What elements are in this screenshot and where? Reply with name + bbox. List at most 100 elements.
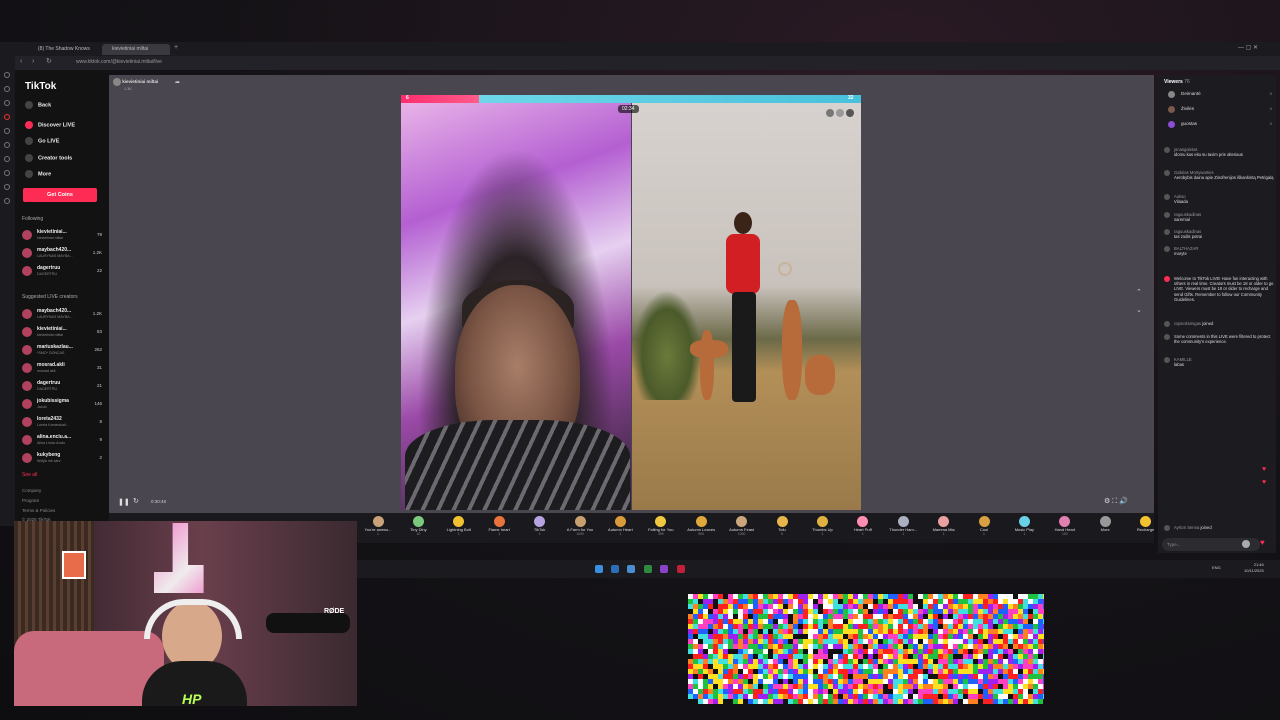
viewer-item[interactable]: Deimantė 0 [1168, 90, 1272, 100]
clock[interactable]: 21:46 10/11/2025 [1244, 562, 1264, 574]
rail-icon[interactable] [4, 156, 10, 162]
emoji-icon[interactable] [1242, 540, 1250, 548]
host-chip[interactable]: kievietiniai miltai 1.3K [113, 78, 158, 92]
video-ring [778, 262, 792, 276]
taskbar-app-icon[interactable] [644, 565, 652, 573]
gift-item[interactable]: Mamma Mia 1 [925, 514, 963, 542]
heart-icon[interactable]: ♥ [1262, 479, 1266, 486]
gift-item[interactable]: Autumn Heart 1 [601, 514, 639, 542]
rail-icon[interactable] [4, 198, 10, 204]
viewer-item[interactable]: Živilės 0 [1168, 105, 1272, 115]
elapsed-time: 0:30:48 [151, 499, 167, 504]
nav-go-live[interactable]: Go LIVE [25, 137, 59, 145]
rail-icon[interactable] [4, 72, 10, 78]
avatar [826, 109, 834, 117]
tab-tiktok-live[interactable]: kievietiniai miltai [102, 44, 170, 55]
start-icon[interactable] [595, 565, 603, 573]
gift-price: 399 [657, 532, 664, 536]
window-controls[interactable]: — ▢ ✕ [1238, 44, 1258, 51]
suggested-item[interactable]: mosrad.akli mosrad akli 31 [22, 361, 102, 377]
gift-item[interactable]: You're aweso... 1 [359, 514, 397, 542]
address-bar[interactable]: ‹ › ↻ [0, 56, 1280, 70]
suggested-item[interactable]: loreta2432 Loreta Kaminskait... 8 [22, 415, 102, 431]
tiktok-logo[interactable]: TikTok [25, 81, 56, 92]
suggested-item[interactable]: alina.enciu.a... Alina Linciu Anciu 9 [22, 433, 102, 449]
forward-nav-icon[interactable]: › [32, 58, 34, 65]
gift-item[interactable]: Tofu 5 [763, 514, 801, 542]
language-indicator[interactable]: ENG [1212, 565, 1221, 570]
gift-item[interactable]: Tiny Diny 10 [399, 514, 437, 542]
rail-icon[interactable] [4, 142, 10, 148]
see-all-link[interactable]: See all [22, 472, 37, 478]
back-button[interactable]: Back [25, 101, 51, 109]
avatar [846, 109, 854, 117]
top-gifters[interactable] [826, 109, 856, 118]
chevron-up-icon[interactable]: ⌃ [1136, 288, 1142, 296]
gift-item[interactable]: Lightning Bolt 1 [440, 514, 478, 542]
avatar [22, 345, 32, 355]
gift-item[interactable]: Autumn Feast 1000 [723, 514, 761, 542]
suggested-item[interactable]: kievietiniai... kievietiniai miltai 83 [22, 325, 102, 341]
gift-item[interactable]: Thumbs Up 1 [803, 514, 841, 542]
heart-icon[interactable]: ♥ [1262, 466, 1266, 473]
rail-icon[interactable] [4, 184, 10, 190]
footer-link[interactable]: Terms & Policies [22, 508, 55, 513]
following-item[interactable]: kievietiniai... kievietiniai miltai 79 [22, 228, 102, 244]
suggested-item[interactable]: mariuskazlau... *SMO* DONCAS 262 [22, 343, 102, 359]
reload-icon[interactable]: ↻ [46, 57, 52, 65]
nav-discover-live[interactable]: Discover LIVE [25, 121, 75, 129]
gift-item[interactable]: Thunder Ham... 1 [884, 514, 922, 542]
back-nav-icon[interactable]: ‹ [20, 58, 22, 65]
chevron-down-icon[interactable]: ⌄ [1136, 306, 1142, 314]
gift-item[interactable]: More [1086, 514, 1124, 542]
url-text[interactable]: www.tiktok.com/@kievietiniai.miltai/live [76, 59, 162, 65]
gift-item[interactable]: Heart Puff 1 [844, 514, 882, 542]
nav-creator-tools[interactable]: Creator tools [25, 154, 72, 162]
gift-price: 1000 [737, 532, 746, 536]
suggested-item[interactable]: jokubissigma Jacob 146 [22, 397, 102, 413]
get-coins-button[interactable]: Get Coins [23, 188, 97, 202]
tab-label: (8) The Shadow Knows [38, 46, 90, 52]
gift-icon [695, 516, 707, 527]
rail-icon[interactable] [4, 128, 10, 134]
gift-item[interactable]: Music Play 1 [1005, 514, 1043, 542]
following-item[interactable]: dagertruu DAGERTRU 22 [22, 264, 102, 280]
rail-icon[interactable] [4, 86, 10, 92]
share-icon[interactable]: ➦ [175, 79, 180, 86]
like-icon[interactable]: ♥ [1260, 538, 1265, 547]
video-shirt [405, 420, 630, 510]
join-message: Ayrton Senna joined [1164, 525, 1274, 531]
gift-item[interactable]: A Farm for You 1000 [561, 514, 599, 542]
rail-icon[interactable] [4, 114, 10, 120]
footer-link[interactable]: Program [22, 498, 39, 503]
following-item[interactable]: maybach420... LAURYNAS MAYBA... 1.2K [22, 246, 102, 262]
gift-item[interactable]: Cool 1 [965, 514, 1003, 542]
refresh-icon[interactable]: ↻ [133, 497, 139, 505]
pause-icon[interactable]: ❚❚ [118, 498, 130, 506]
nav-more[interactable]: More [25, 170, 51, 178]
viewer-item[interactable]: guostas 0 [1168, 120, 1272, 130]
gift-item[interactable]: Autumn Leaves 900 [682, 514, 720, 542]
system-message: Welcome to TikTok LIVE! Have fun interac… [1164, 276, 1274, 302]
gift-item[interactable]: Flame heart 1 [480, 514, 518, 542]
gift-item[interactable]: Hand Heart 100 [1046, 514, 1084, 542]
taskbar-app-icon[interactable] [611, 565, 619, 573]
new-tab-button[interactable]: + [174, 44, 178, 51]
taskbar-app-icon[interactable] [660, 565, 668, 573]
tab-shadow-knows[interactable]: (8) The Shadow Knows [28, 44, 96, 55]
video-controls-right[interactable]: ⚙ ⛶ 🔊 [1104, 497, 1128, 506]
suggested-item[interactable]: kukybeng Woljia mé sárv 2 [22, 451, 102, 467]
footer-link[interactable]: Company [22, 488, 41, 493]
taskbar-app-icon[interactable] [627, 565, 635, 573]
rail-icon[interactable] [4, 100, 10, 106]
webcam-overlay: HP RØDE [14, 521, 357, 706]
taskbar-app-icon[interactable] [677, 565, 685, 573]
viewers-header[interactable]: Viewers 76 [1164, 79, 1190, 85]
suggested-item[interactable]: maybach420... LAURYNAS MAYBA... 1.2K [22, 307, 102, 323]
gift-price: 1 [457, 532, 460, 536]
suggested-item[interactable]: dagertruu DAGERTRU 21 [22, 379, 102, 395]
gift-icon [816, 516, 828, 527]
gift-item[interactable]: Falling for You 399 [642, 514, 680, 542]
gift-item[interactable]: TikTok 1 [521, 514, 559, 542]
rail-icon[interactable] [4, 170, 10, 176]
